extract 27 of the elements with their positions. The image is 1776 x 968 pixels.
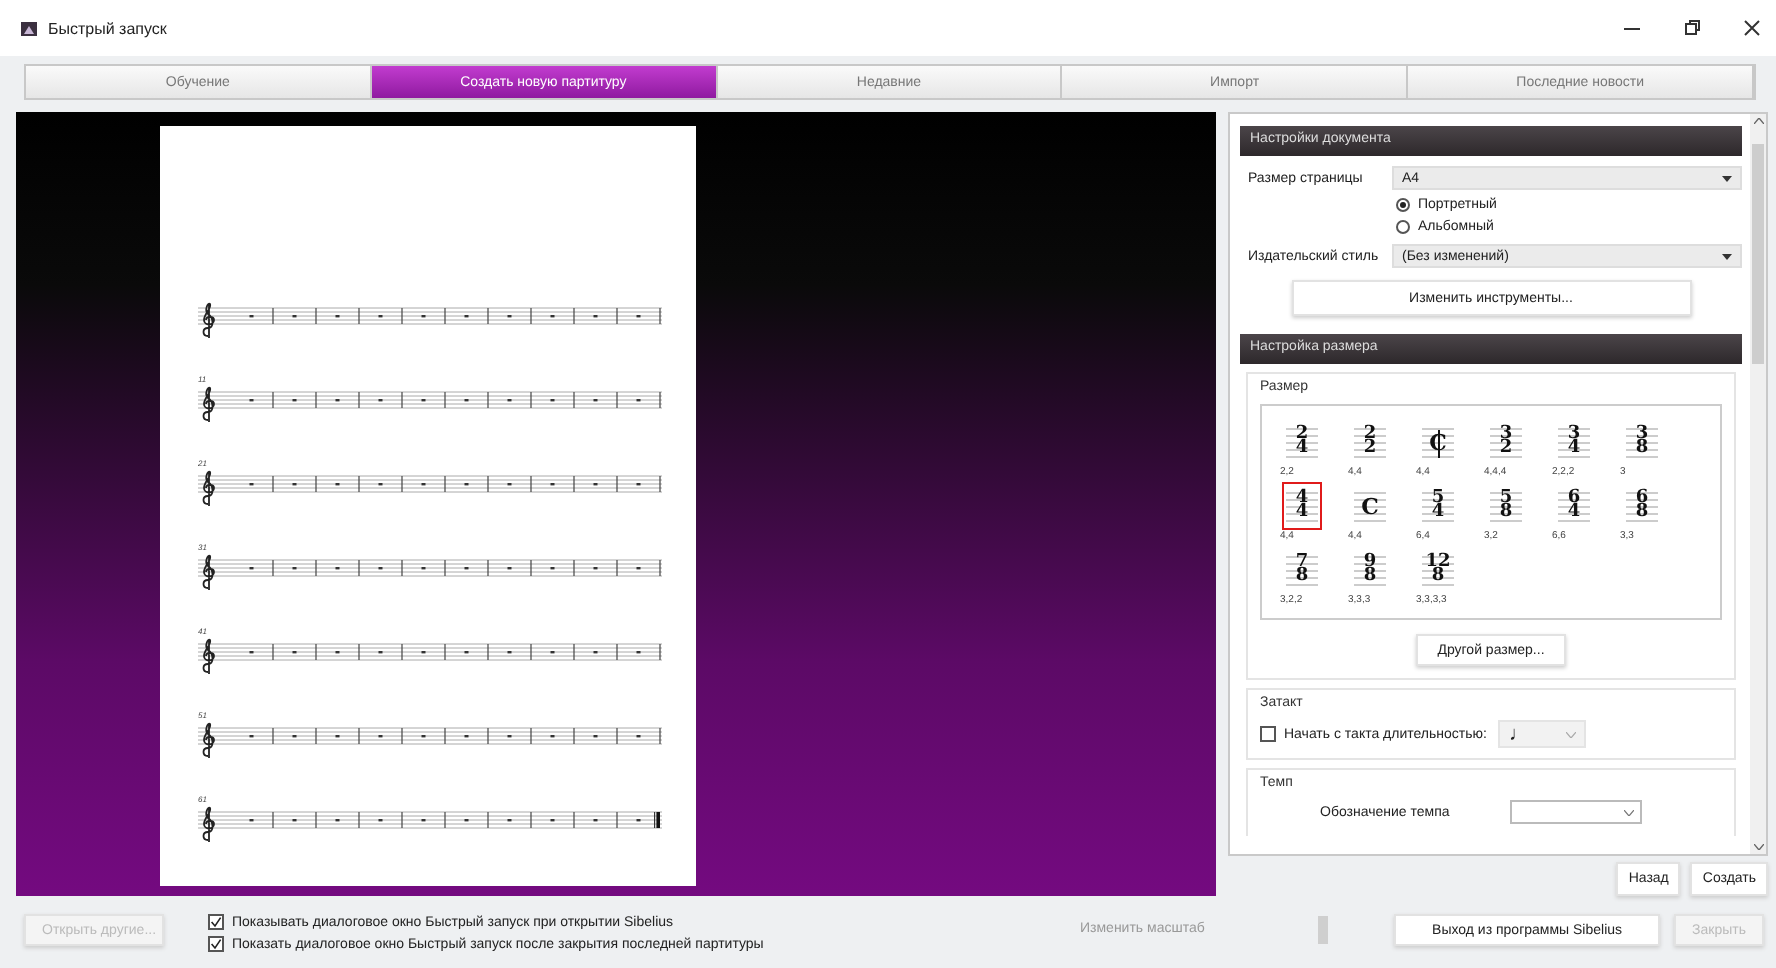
staff-lines-icon bbox=[1490, 428, 1522, 458]
chevron-icon bbox=[1623, 809, 1634, 815]
staff-lines-icon bbox=[1286, 428, 1318, 458]
close-icon[interactable] bbox=[1744, 20, 1760, 36]
staff-lines-icon bbox=[1558, 428, 1590, 458]
staff-lines-icon bbox=[1626, 428, 1658, 458]
staff-lines-icon bbox=[1354, 428, 1386, 458]
slider-thumb[interactable] bbox=[1318, 916, 1328, 944]
scroll-up-icon[interactable] bbox=[1753, 118, 1763, 124]
staff-lines-icon bbox=[1354, 492, 1386, 522]
staff-lines-icon bbox=[1286, 492, 1318, 522]
staff-lines-icon bbox=[1626, 492, 1658, 522]
dropdown-arrow-icon bbox=[1722, 253, 1732, 259]
dropdown-arrow-icon bbox=[1722, 175, 1732, 181]
window-title: Быстрый запуск bbox=[48, 19, 169, 37]
staff-lines-icon bbox=[1286, 556, 1318, 586]
staff-lines-icon bbox=[1422, 492, 1454, 522]
chevron-icon bbox=[1566, 731, 1577, 737]
scroll-down-icon[interactable] bbox=[1753, 844, 1763, 850]
note-value-dropdown[interactable]: ♩ bbox=[1498, 720, 1587, 748]
staff-lines-icon bbox=[1354, 556, 1386, 586]
staff-lines-icon bbox=[1558, 492, 1590, 522]
staff-lines-icon bbox=[1490, 492, 1522, 522]
staff-lines-icon bbox=[1422, 556, 1454, 586]
restore-icon[interactable] bbox=[1684, 20, 1700, 36]
app-icon bbox=[20, 19, 38, 37]
scrollbar[interactable] bbox=[1750, 114, 1766, 854]
